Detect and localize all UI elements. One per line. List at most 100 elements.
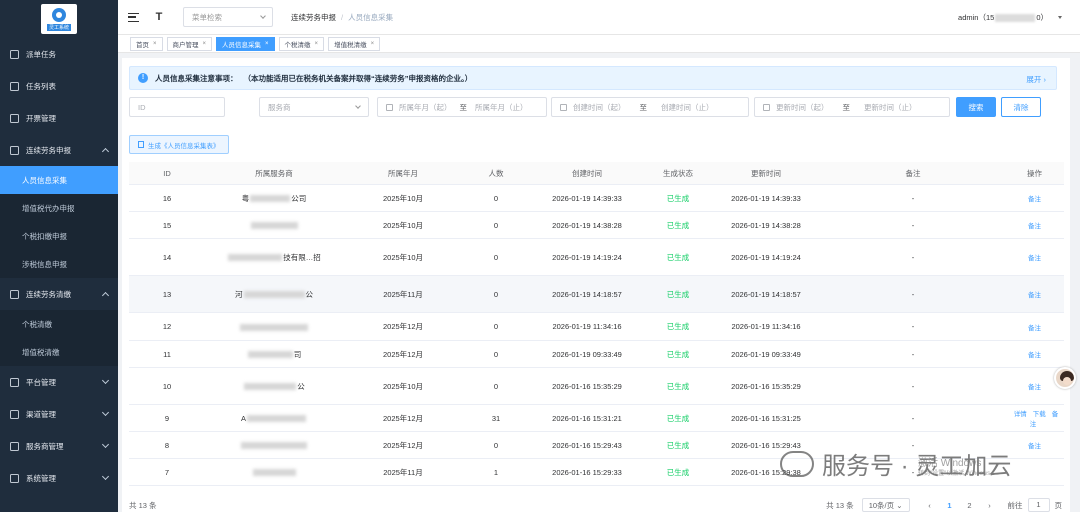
prev-page-button[interactable]: ‹ [922,501,938,510]
logo[interactable]: 灵工系统 [41,4,77,34]
search-button[interactable]: 搜索 [956,97,996,117]
cell-note: - [911,413,915,423]
provider-text: 公 [297,381,305,391]
close-icon[interactable]: × [203,41,207,47]
chevron-down-icon [101,472,110,481]
sidebar-item-provider[interactable]: 服务商管理 [0,430,118,462]
cell-month: 2025年10月 [382,193,424,203]
close-icon[interactable]: × [265,41,269,47]
sidebar-item-invoice[interactable]: 开票管理 [0,102,118,134]
generate-form-button[interactable]: 生成《人员信息采集表》 [129,135,229,154]
user-name: admin（15 [958,13,995,22]
cell-count: 0 [493,322,499,331]
sidebar-item-vat-report[interactable]: 增值税代办申报 [0,194,118,222]
col-month: 所属年月 [388,168,418,178]
tag-merchant[interactable]: 商户管理 × [166,36,213,51]
sidebar-item-label: 开票管理 [26,113,56,123]
create-time-range-picker[interactable]: 创建时间（起）至创建时间（止） [551,97,749,117]
update-time-range-picker[interactable]: 更新时间（起）至更新时间（止） [754,97,950,117]
menu-toggle-icon[interactable] [128,12,139,22]
cell-id: 13 [162,289,172,299]
sidebar-item-vat-settlement[interactable]: 增值税清缴 [0,338,118,366]
notice-title: 人员信息采集注意事项： [155,73,238,83]
table-body: 16 粤公司 2025年10月 0 2026-01-19 14:39:33 已生成 2026… [129,185,1064,486]
expand-link[interactable]: 展开 › [1026,74,1046,85]
cell-count: 0 [493,349,499,359]
cell-note: - [911,381,915,391]
sidebar-item-iit-settlement[interactable]: 个税清缴 [0,310,118,338]
status-badge: 已生成 [666,322,690,331]
table-row: 12 2025年12月 0 2026-01-19 11:34:16 已生成 2026-01… [129,313,1064,341]
cell-update-time: 2026-01-19 09:33:49 [731,349,801,359]
cell-actions: 备注 [1005,440,1064,450]
row-action-link[interactable]: 下载 [1033,411,1046,418]
menu-search-select[interactable]: 菜单检索 [183,7,273,27]
sidebar-item-task-list[interactable]: 任务列表 [0,70,118,102]
breadcrumb-item[interactable]: 连续劳务申报 [291,13,336,22]
tag-vat-settlement[interactable]: 增值税清缴 × [328,36,381,51]
cell-month: 2025年11月 [383,289,423,299]
page-size-select[interactable]: 10条/页 ⌄ [861,498,910,512]
sidebar-item-label: 任务列表 [26,81,56,91]
cell-create-time: 2026-01-19 14:19:24 [552,252,622,262]
sidebar-item-system[interactable]: 系统管理 [0,462,118,494]
floating-avatar[interactable] [1054,367,1076,389]
next-page-button[interactable]: › [982,501,998,510]
provider-select[interactable]: 服务商 [259,97,369,117]
id-input[interactable]: ID [129,97,225,117]
sidebar-item-dispatch-task[interactable]: 派单任务 [0,38,118,70]
row-action-link[interactable]: 备注 [1028,443,1041,450]
breadcrumb: 连续劳务申报 / 人员信息采集 [291,12,394,22]
row-action-link[interactable]: 备注 [1028,384,1041,391]
cell-month: 2025年12月 [382,413,424,423]
row-action-link[interactable]: 备注 [1028,292,1041,299]
close-icon[interactable]: × [371,41,375,47]
windows-activation-notice: 激活 Windows 转到"设置"以激活 Windows。 [918,458,996,480]
text-size-icon[interactable]: T [153,11,165,23]
sidebar-item-continuous-labor-settlement[interactable]: 连续劳务清缴 [0,278,118,310]
sidebar-item-continuous-labor-report[interactable]: 连续劳务申报 [0,134,118,166]
tag-iit-settlement[interactable]: 个税清缴 × [278,36,325,51]
tag-personnel-info[interactable]: 人员信息采集 × [216,36,275,51]
cell-update-time: 2026-01-16 15:35:29 [731,381,801,391]
cell-count: 1 [493,467,499,477]
sidebar-item-personnel-info[interactable]: 人员信息采集 [0,166,118,194]
wechat-icon [780,450,814,477]
close-icon[interactable]: × [315,41,319,47]
row-action-link[interactable]: 详情 [1014,411,1027,418]
sidebar: 灵工系统 派单任务 任务列表 开票管理 连续劳务申报 人员信息采集 增值税代办申… [0,0,118,512]
close-icon[interactable]: × [153,41,157,47]
provider-text: 粤 [241,193,250,203]
page-1-button[interactable]: 1 [942,501,958,510]
cell-update-time: 2026-01-19 11:34:16 [731,322,801,331]
row-action-link[interactable]: 备注 [1028,352,1041,359]
sidebar-item-channel[interactable]: 渠道管理 [0,398,118,430]
row-action-link[interactable]: 备注 [1028,255,1041,262]
row-action-link[interactable]: 备注 [1028,325,1041,332]
row-action-link[interactable]: 备注 [1028,223,1041,230]
clear-button[interactable]: 清除 [1001,97,1041,117]
table-row: 10 公 2025年10月 0 2026-01-16 15:35:29 已生成 2026-0… [129,368,1064,405]
calendar-icon [763,103,770,111]
cell-note: - [911,220,915,230]
chevron-down-icon [355,103,361,109]
sidebar-item-platform[interactable]: 平台管理 [0,366,118,398]
month-range-picker[interactable]: 所属年月（起）至所属年月（止） [377,97,547,117]
sidebar-item-iit-withholding[interactable]: 个税扣缴申报 [0,222,118,250]
tag-home[interactable]: 首页 × [130,36,163,51]
sidebar-item-label: 系统管理 [26,473,56,483]
col-note: 备注 [905,168,921,178]
invoice-icon [10,113,19,123]
sidebar-item-tax-info[interactable]: 涉税信息申报 [0,250,118,278]
goto-page-input[interactable]: 1 [1027,498,1050,512]
provider-text: 司 [293,349,302,359]
report-icon [10,145,19,155]
sidebar-item-label: 服务商管理 [26,441,64,451]
cell-count: 0 [493,220,499,230]
user-menu[interactable]: admin（15 0） [958,12,1062,23]
page-2-button[interactable]: 2 [962,501,978,510]
cell-month: 2025年12月 [382,349,424,359]
status-badge: 已生成 [666,193,690,203]
user-name-suffix: 0） [1036,13,1048,22]
row-action-link[interactable]: 备注 [1028,196,1041,203]
